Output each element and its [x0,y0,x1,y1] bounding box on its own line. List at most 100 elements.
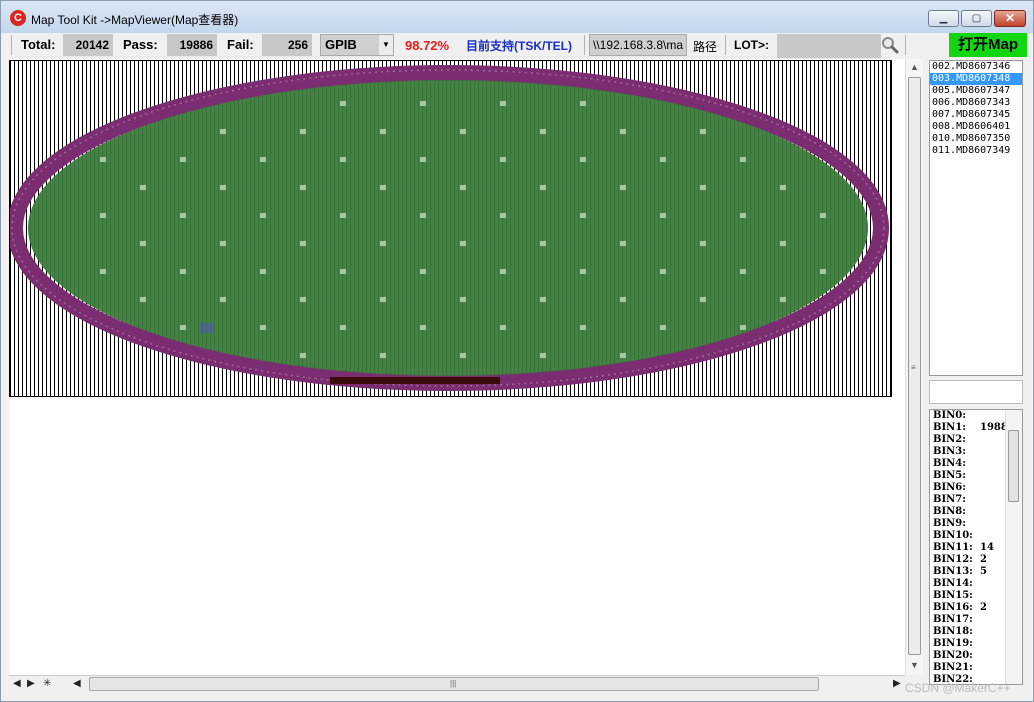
bin-label: BIN0: [933,410,966,421]
add-sheet-icon[interactable]: ✳ [43,676,51,692]
die-mark [740,213,746,218]
list-item-selected[interactable]: 003.MD8607348 [930,73,1022,85]
die-mark [140,241,146,246]
die-mark [260,157,266,162]
wafer-list[interactable]: 002.MD8607346 003.MD8607348 005.MD860734… [929,60,1023,376]
die-mark [180,325,186,330]
close-button[interactable]: ✕ [994,10,1026,27]
bin-label: BIN10: [933,530,973,541]
die-mark [540,185,546,190]
die-mark [460,129,466,134]
pass-value: 19886 [167,34,217,56]
bin-count: 14 [980,542,994,553]
die-mark [620,241,626,246]
bin-label: BIN3: [933,446,966,457]
map-view [9,59,905,675]
search-icon[interactable] [881,36,899,54]
info-field[interactable] [929,380,1023,404]
die-mark [220,185,226,190]
next-sheet-icon[interactable]: ▶ [27,676,35,692]
lot-input[interactable] [777,34,881,58]
hscroll-thumb[interactable]: ||| [89,677,819,691]
die-mark [780,241,786,246]
total-label: Total: [21,37,56,52]
die-mark [100,213,106,218]
bin-label: BIN21: [933,662,973,673]
die-mark [180,157,186,162]
list-item[interactable]: 006.MD8607343 [930,97,1022,109]
die-mark [580,101,586,106]
die-mark [780,297,786,302]
scroll-right-icon[interactable]: ▶ [893,676,901,692]
list-item[interactable]: 011.MD8607349 [930,145,1022,157]
fail-die-row [330,377,500,384]
die-mark [300,241,306,246]
die-mark [260,269,266,274]
scroll-thumb[interactable] [1008,430,1019,502]
wafer-map[interactable] [9,60,892,397]
fail-die-cluster [200,323,214,333]
die-mark [420,157,426,162]
toolbar-grip [11,35,12,55]
total-value: 20142 [63,34,113,56]
open-map-button[interactable]: 打开Map [949,33,1027,57]
mode-select-value: GPIB [325,37,357,52]
scroll-up-icon[interactable]: ▲ [906,59,923,75]
die-mark [300,297,306,302]
die-mark [220,297,226,302]
map-horizontal-scrollbar[interactable]: ◀ ▶ ✳ ◀ ||| ▶ [9,675,905,693]
title-bar: C Map Tool Kit ->MapViewer(Map查看器) ▁ ▢ ✕ [1,1,1033,33]
map-vertical-scrollbar[interactable]: ▲ ≡ ▼ [905,59,923,675]
die-mark [700,129,706,134]
chevron-down-icon[interactable]: ▼ [379,35,393,55]
die-mark [660,269,666,274]
bin-label: BIN1: [933,422,966,433]
die-mark [620,353,626,358]
scroll-down-icon[interactable]: ▼ [906,657,923,673]
list-item[interactable]: 007.MD8607345 [930,109,1022,121]
watermark: CSDN @MakerC++ [905,681,1011,695]
minimize-button[interactable]: ▁ [928,10,959,27]
list-item[interactable]: 010.MD8607350 [930,133,1022,145]
toolbar: Total: 20142 Pass: 19886 Fail: 256 GPIB … [9,33,1027,58]
wafer-pass-area [28,80,868,376]
path-field[interactable]: \\192.168.3.8\ma [589,34,687,56]
mode-select[interactable]: GPIB ▼ [320,34,394,56]
die-mark [380,241,386,246]
bin-summary-list[interactable]: BIN0: BIN1: 1988 BIN2: BIN3: BIN4: BIN5: … [929,409,1023,685]
bin-label: BIN18: [933,626,973,637]
bin-label: BIN12: [933,554,973,565]
die-mark [540,297,546,302]
die-mark [180,213,186,218]
path-button[interactable]: 路径 [693,38,717,55]
die-mark [540,353,546,358]
die-mark [420,101,426,106]
die-mark [420,213,426,218]
die-mark [140,297,146,302]
die-mark [660,325,666,330]
die-mark [660,213,666,218]
bin-label: BIN13: [933,566,973,577]
bin-label: BIN16: [933,602,973,613]
bin-count: 5 [980,566,987,577]
bin-label: BIN4: [933,458,966,469]
die-mark [100,157,106,162]
maximize-button[interactable]: ▢ [961,10,992,27]
list-item[interactable]: 005.MD8607347 [930,85,1022,97]
prev-sheet-icon[interactable]: ◀ [13,676,21,692]
die-mark [380,185,386,190]
die-mark [300,353,306,358]
close-icon: ✕ [1004,11,1016,25]
die-mark [500,325,506,330]
die-mark [700,241,706,246]
list-item[interactable]: 002.MD8607346 [930,61,1022,73]
list-item[interactable]: 008.MD8606401 [930,121,1022,133]
maximize-icon: ▢ [971,13,982,24]
die-mark [340,269,346,274]
bin-list-scrollbar[interactable] [1005,410,1022,684]
die-mark [580,325,586,330]
scroll-left-icon[interactable]: ◀ [73,676,81,692]
bin-label: BIN14: [933,578,973,589]
die-mark [580,269,586,274]
scroll-thumb[interactable]: ≡ [908,77,921,655]
